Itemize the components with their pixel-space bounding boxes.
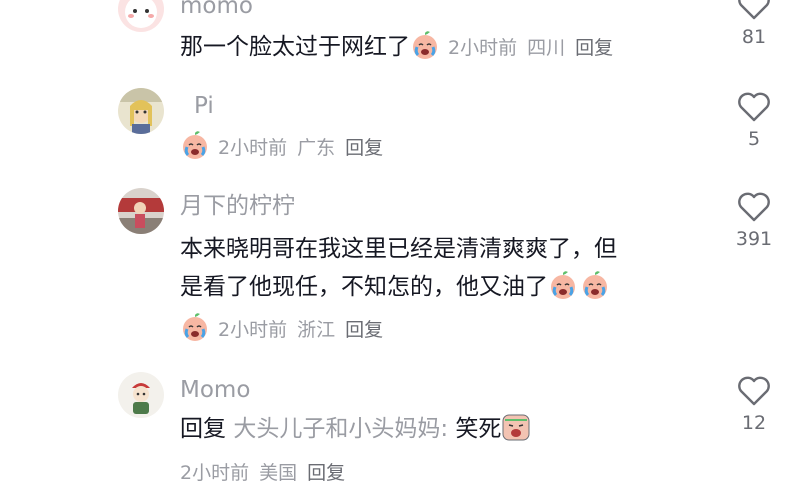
comment-text: 那一个脸太过于网红了 2小时前 四川 回复 (180, 28, 740, 67)
avatar[interactable] (118, 88, 164, 134)
shocked-emoji-icon (502, 414, 530, 441)
comment-meta: 2小时前 浙江 回复 (218, 319, 393, 341)
heart-icon (738, 92, 770, 122)
crying-emoji-icon (551, 271, 575, 299)
like-count: 391 (735, 228, 773, 250)
like-button[interactable]: 12 (726, 376, 782, 434)
comment-body: 那一个脸太过于网红了 (180, 34, 410, 60)
crying-emoji-icon (183, 313, 207, 341)
comment-meta: 2小时前 美国 回复 (180, 460, 355, 486)
comment-text-tail: 是看了他现任，不知怎的，他又油了 (180, 274, 548, 300)
like-button[interactable]: 391 (726, 192, 782, 250)
reply-button[interactable]: 回复 (575, 37, 613, 59)
username[interactable]: momo (180, 0, 253, 20)
comment-time: 2小时前 (218, 319, 288, 341)
crying-emoji-icon (183, 131, 207, 159)
avatar[interactable] (118, 372, 164, 418)
comment-time: 2小时前 (218, 137, 288, 159)
like-count: 12 (741, 412, 767, 434)
comment-location: 广东 (297, 137, 336, 159)
comment-text: 回复 大头儿子和小头妈妈: 笑死 (180, 410, 700, 448)
username[interactable]: 月下的柠柠 (180, 192, 295, 220)
like-button[interactable]: 5 (726, 92, 782, 150)
reply-button[interactable]: 回复 (345, 137, 383, 159)
like-button[interactable]: 81 (726, 0, 782, 48)
mention-link[interactable]: 大头儿子和小头妈妈: (233, 416, 448, 442)
heart-icon (738, 0, 770, 20)
comment-text: 本来晓明哥在我这里已经是清清爽爽了，但 是看了他现任，不知怎的，他又油了 2小时… (180, 230, 700, 349)
like-count: 81 (741, 26, 767, 48)
comment-meta: 2小时前 四川 回复 (448, 37, 623, 59)
crying-emoji-icon (413, 31, 437, 59)
heart-icon (738, 192, 770, 222)
like-count: 5 (747, 128, 761, 150)
reply-button[interactable]: 回复 (345, 319, 383, 341)
comment-location: 美国 (259, 462, 298, 484)
username[interactable]: Pi (194, 92, 214, 120)
comment-body: 笑死 (455, 416, 502, 442)
avatar[interactable] (118, 0, 164, 32)
comment-location: 四川 (527, 37, 566, 59)
heart-icon (738, 376, 770, 406)
comment-meta: 2小时前 广东 回复 (218, 137, 393, 159)
comment-time: 2小时前 (448, 37, 518, 59)
comment-text-line: 是看了他现任，不知怎的，他又油了 (180, 268, 700, 306)
comment-location: 浙江 (297, 319, 336, 341)
reply-prefix: 回复 (180, 416, 226, 442)
avatar[interactable] (118, 188, 164, 234)
reply-button[interactable]: 回复 (307, 462, 345, 484)
comment-text-line: 本来晓明哥在我这里已经是清清爽爽了，但 (180, 236, 617, 262)
comment-text: 2小时前 广东 回复 (180, 128, 700, 167)
comment-meta-line: 2小时前 浙江 回复 (180, 310, 700, 349)
comment-time: 2小时前 (180, 462, 250, 484)
crying-emoji-icon (583, 271, 607, 299)
username[interactable]: Momo (180, 376, 250, 404)
